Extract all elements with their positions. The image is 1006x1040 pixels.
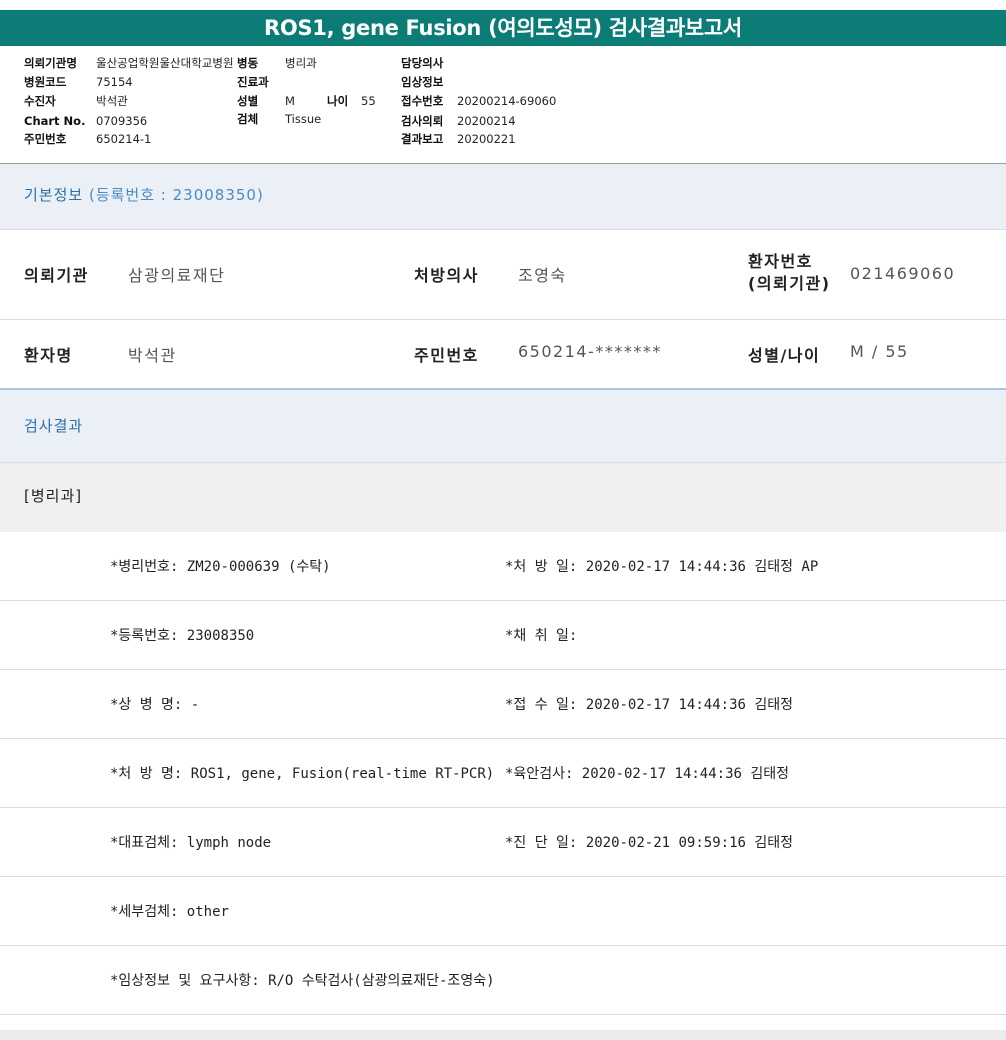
meta-accession-label: 접수번호 bbox=[401, 94, 444, 108]
results-heading: 검사결과 bbox=[24, 417, 84, 435]
meta-specimen: 검체 Tissue bbox=[237, 110, 321, 129]
meta-hospcode: 병원코드 75154 bbox=[24, 73, 133, 92]
result-row: *처 방 명: ROS1, gene, Fusion(real-time RT-… bbox=[0, 739, 1006, 808]
meta-hospcode-value: 75154 bbox=[96, 75, 133, 89]
result-left-field: *병리번호: ZM20-000639 (수탁) bbox=[110, 559, 331, 575]
meta-chart: Chart No. 0709356 bbox=[24, 112, 147, 131]
meta-accession: 접수번호 20200214-69060 bbox=[401, 92, 556, 111]
basic-info-title: 기본정보 (등록번호 : 23008350) bbox=[24, 184, 264, 205]
info-row-patient: 환자명 박석관 주민번호 650214-******* 성별/나이 M / 55 bbox=[0, 320, 1006, 388]
basic-info-header: 기본정보 (등록번호 : 23008350) bbox=[0, 164, 1006, 229]
meta-report-value: 20200221 bbox=[457, 132, 516, 146]
meta-request-label: 검사의뢰 bbox=[401, 114, 444, 128]
meta-clinical-label: 임상정보 bbox=[401, 75, 444, 89]
meta-doctor-label: 담당의사 bbox=[401, 56, 444, 70]
patient-number-label-line2: (의뢰기관) bbox=[748, 274, 831, 293]
meta-request: 검사의뢰 20200214 bbox=[401, 112, 516, 131]
result-right-field: *채 취 일: bbox=[505, 628, 578, 644]
meta-sex-label: 성별 bbox=[237, 94, 259, 108]
meta-specimen-label: 검체 bbox=[237, 112, 259, 126]
meta-hospital-label: 의뢰기관명 bbox=[24, 56, 77, 70]
meta-rrn: 주민번호 650214-1 bbox=[24, 130, 151, 149]
result-row: *임상정보 및 요구사항: R/O 수탁검사(삼광의료재단-조영숙) bbox=[0, 946, 1006, 1015]
meta-patient: 수진자 박석관 bbox=[24, 92, 128, 111]
meta-dept: 진료과 bbox=[237, 73, 285, 92]
results-header: 검사결과 bbox=[0, 390, 1006, 462]
meta-rrn-label: 주민번호 bbox=[24, 132, 67, 146]
meta-chart-value: 0709356 bbox=[96, 114, 148, 128]
department-label: [병리과] bbox=[24, 487, 83, 505]
result-right-field: *처 방 일: 2020-02-17 14:44:36 김태정 AP bbox=[505, 559, 819, 575]
prescriber-label: 처방의사 bbox=[414, 266, 479, 285]
meta-specimen-value: Tissue bbox=[285, 112, 322, 126]
result-left-field: *대표검체: lymph node bbox=[110, 835, 272, 851]
meta-hospital-value: 울산공업학원울산대학교병원 bbox=[96, 56, 234, 70]
meta-ward: 병동 병리과 bbox=[237, 54, 317, 73]
result-row: *세부검체: other bbox=[0, 877, 1006, 946]
result-left-field: *등록번호: 23008350 bbox=[110, 628, 255, 644]
meta-clinical: 임상정보 bbox=[401, 73, 457, 92]
meta-hospcode-label: 병원코드 bbox=[24, 75, 67, 89]
sex-age-label: 성별/나이 bbox=[748, 346, 821, 365]
bottom-band bbox=[0, 1030, 1006, 1040]
meta-age-label: 나이 bbox=[327, 94, 349, 108]
meta-accession-value: 20200214-69060 bbox=[457, 94, 557, 108]
meta-request-value: 20200214 bbox=[457, 114, 516, 128]
meta-sex-value: M bbox=[285, 94, 295, 108]
meta-ward-label: 병동 bbox=[237, 56, 259, 70]
result-right-field: *진 단 일: 2020-02-21 09:59:16 김태정 bbox=[505, 835, 793, 851]
patient-number-value: 021469060 bbox=[850, 264, 956, 283]
result-right-field: *육안검사: 2020-02-17 14:44:36 김태정 bbox=[505, 766, 790, 782]
meta-sex: 성별 M 나이 55 bbox=[237, 92, 376, 111]
divider bbox=[0, 1014, 1006, 1015]
meta-ward-value: 병리과 bbox=[285, 56, 317, 70]
meta-report: 결과보고 20200221 bbox=[401, 130, 516, 149]
report-meta: 의뢰기관명 울산공업학원울산대학교병원 병동 병리과 담당의사 병원코드 75154 … bbox=[0, 54, 1006, 154]
result-left-field: *세부검체: other bbox=[110, 904, 229, 920]
meta-rrn-value: 650214-1 bbox=[96, 132, 152, 146]
meta-patient-value: 박석관 bbox=[96, 94, 128, 108]
report-title: ROS1, gene Fusion (여의도성모) 검사결과보고서 bbox=[0, 10, 1006, 46]
registration-number: (등록번호 : 23008350) bbox=[88, 186, 264, 204]
result-right-field: *접 수 일: 2020-02-17 14:44:36 김태정 bbox=[505, 697, 793, 713]
institution-label: 의뢰기관 bbox=[24, 266, 89, 285]
patient-name-value: 박석관 bbox=[128, 346, 177, 365]
meta-dept-label: 진료과 bbox=[237, 75, 269, 89]
institution-value: 삼광의료재단 bbox=[128, 266, 226, 285]
meta-patient-label: 수진자 bbox=[24, 94, 56, 108]
result-left-field: *임상정보 및 요구사항: R/O 수탁검사(삼광의료재단-조영숙) bbox=[110, 973, 495, 989]
rrn-value: 650214-******* bbox=[518, 342, 662, 361]
meta-doctor: 담당의사 bbox=[401, 54, 457, 73]
patient-name-label: 환자명 bbox=[24, 346, 73, 365]
sex-age-value: M / 55 bbox=[850, 342, 909, 361]
result-row: *대표검체: lymph node *진 단 일: 2020-02-21 09:5… bbox=[0, 808, 1006, 877]
result-row: *병리번호: ZM20-000639 (수탁) *처 방 일: 2020-02-1… bbox=[0, 532, 1006, 601]
result-left-field: *상 병 명: - bbox=[110, 697, 200, 713]
department-band: [병리과] bbox=[0, 463, 1006, 532]
meta-chart-label: Chart No. bbox=[24, 114, 86, 128]
patient-number-label: 환자번호 (의뢰기관) bbox=[748, 251, 831, 295]
meta-hospital: 의뢰기관명 울산공업학원울산대학교병원 bbox=[24, 54, 234, 73]
result-left-field: *처 방 명: ROS1, gene, Fusion(real-time RT-… bbox=[110, 766, 495, 782]
info-row-institution: 의뢰기관 삼광의료재단 처방의사 조영숙 환자번호 (의뢰기관) 02146906… bbox=[0, 230, 1006, 319]
rrn-label: 주민번호 bbox=[414, 346, 479, 365]
prescriber-value: 조영숙 bbox=[518, 266, 567, 285]
result-row: *상 병 명: - *접 수 일: 2020-02-17 14:44:36 김태정 bbox=[0, 670, 1006, 739]
meta-report-label: 결과보고 bbox=[401, 132, 444, 146]
patient-number-label-line1: 환자번호 bbox=[748, 252, 813, 271]
basic-info-heading: 기본정보 bbox=[24, 186, 84, 204]
result-row: *등록번호: 23008350 *채 취 일: bbox=[0, 601, 1006, 670]
meta-age-value: 55 bbox=[361, 94, 376, 108]
